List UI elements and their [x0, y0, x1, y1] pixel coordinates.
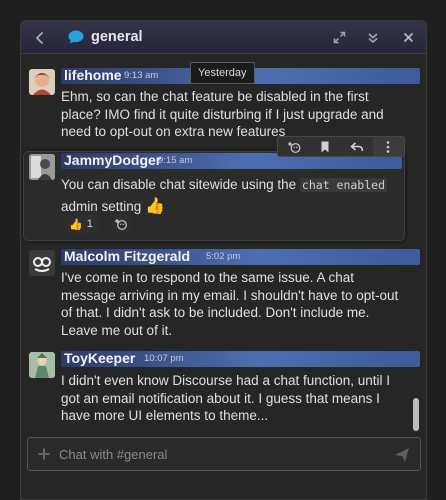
- avatar[interactable]: [29, 69, 55, 95]
- timestamp: 9:13 am: [124, 70, 159, 81]
- message-text: I've come in to respond to the same issu…: [61, 270, 399, 338]
- chat-panel: general lifehome 9:13 am Ehm, so can the…: [20, 20, 427, 500]
- add-reaction-icon: [287, 141, 301, 153]
- reaction-thumbs-up[interactable]: 👍 1: [63, 214, 100, 234]
- scrollbar-thumb[interactable]: [413, 398, 419, 431]
- message-actions: [277, 136, 405, 157]
- reaction-count: 1: [86, 218, 93, 230]
- collapse-button[interactable]: [358, 21, 388, 54]
- add-reaction-action[interactable]: [278, 137, 310, 156]
- plus-icon: [38, 448, 50, 460]
- timestamp: 5:02 pm: [206, 251, 241, 262]
- chat-input[interactable]: [59, 438, 379, 470]
- avatar[interactable]: [29, 250, 55, 276]
- message-header: Malcolm Fitzgerald 5:02 pm: [61, 248, 420, 265]
- more-icon: [386, 140, 390, 153]
- reaction-emoji: 👍: [69, 218, 83, 231]
- add-reaction-icon: [115, 219, 127, 230]
- back-button[interactable]: [25, 21, 55, 54]
- timestamp: 10:07 pm: [144, 353, 184, 364]
- timestamp: 9:15 am: [158, 155, 193, 166]
- message-text: Ehm, so can the chat feature be disabled…: [61, 89, 384, 139]
- send-icon[interactable]: [394, 447, 410, 463]
- message-text: You can disable chat sitewide using the …: [61, 177, 388, 215]
- more-actions[interactable]: [372, 137, 404, 156]
- composer-plus-button[interactable]: [35, 445, 53, 463]
- bookmark-icon: [321, 141, 329, 152]
- chat-message: ToyKeeper 10:07 pm I didn't even know Di…: [21, 350, 426, 425]
- chat-message: Malcolm Fitzgerald 5:02 pm I've come in …: [21, 248, 426, 341]
- message-text: I didn't even know Discourse had a chat …: [61, 373, 391, 423]
- chat-composer: [27, 437, 421, 471]
- avatar[interactable]: [29, 352, 55, 378]
- chat-message: JammyDodger 9:15 am You can disable chat…: [21, 151, 426, 241]
- channel-name[interactable]: general: [91, 29, 143, 45]
- avatar[interactable]: [29, 154, 55, 180]
- expand-icon: [333, 31, 345, 44]
- thumbs-up-emoji: 👍: [145, 198, 165, 215]
- close-icon: [403, 32, 413, 43]
- username[interactable]: Malcolm Fitzgerald: [64, 248, 190, 264]
- username[interactable]: JammyDodger: [64, 152, 161, 168]
- username[interactable]: ToyKeeper: [64, 350, 135, 366]
- chat-header: general: [21, 21, 426, 54]
- inline-code: chat enabled: [299, 178, 388, 192]
- username[interactable]: lifehome: [64, 67, 122, 83]
- reply-icon: [350, 141, 364, 151]
- message-header: ToyKeeper 10:07 pm: [61, 350, 420, 367]
- double-chevron-down-icon: [368, 32, 378, 43]
- close-button[interactable]: [393, 21, 423, 54]
- expand-button[interactable]: [324, 21, 354, 54]
- chat-bubble-icon: [68, 30, 84, 44]
- bookmark-action[interactable]: [310, 137, 342, 156]
- chevron-left-icon: [35, 31, 43, 44]
- add-reaction-button[interactable]: [110, 214, 132, 234]
- date-separator-tooltip: Yesterday: [190, 62, 255, 84]
- reply-action[interactable]: [341, 137, 373, 156]
